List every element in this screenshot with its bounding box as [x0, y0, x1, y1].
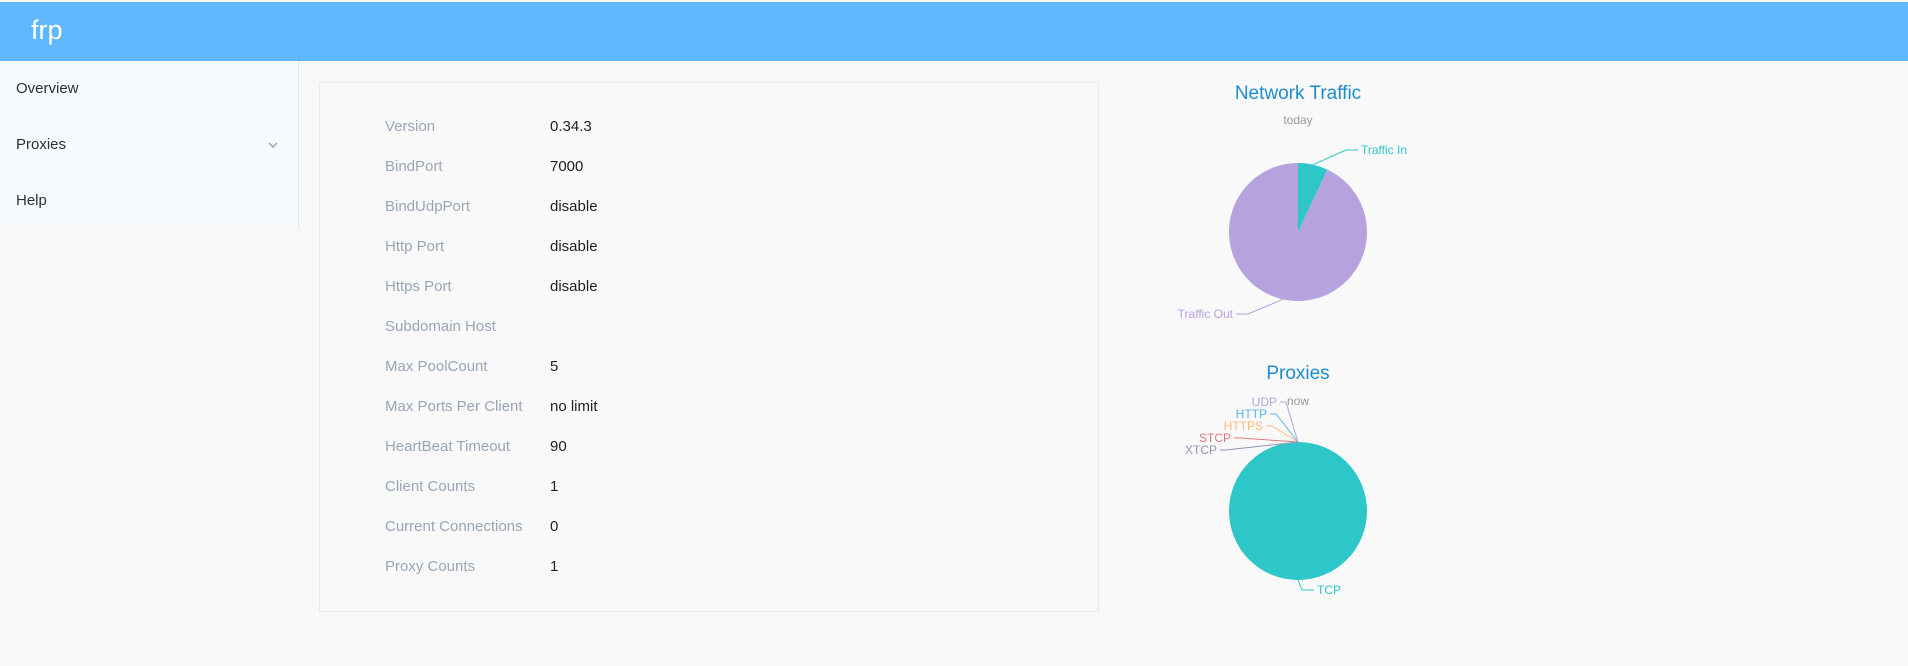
- info-value: disable: [550, 278, 598, 295]
- info-value: 7000: [550, 158, 584, 175]
- pie-slice-tcp[interactable]: [1229, 442, 1367, 580]
- info-value: disable: [550, 198, 598, 215]
- info-key: Current Connections: [385, 518, 523, 535]
- pie-label-traffic-in: Traffic In: [1361, 143, 1407, 157]
- info-key: Client Counts: [385, 478, 476, 495]
- info-key: Https Port: [385, 278, 452, 295]
- pie-label-line-stcp: [1234, 437, 1299, 443]
- info-key: HeartBeat Timeout: [385, 438, 511, 455]
- info-value: disable: [550, 238, 598, 255]
- pie-label-line-tcp: [1297, 579, 1314, 591]
- pie-label-xtcp: XTCP: [1185, 443, 1217, 457]
- proxies-chart-title: Proxies: [1266, 363, 1330, 384]
- info-key: BindPort: [385, 158, 443, 175]
- proxies-pie-chart: TCPUDPHTTPHTTPSSTCPXTCPnow: [1185, 394, 1367, 597]
- info-key: BindUdpPort: [385, 198, 471, 215]
- sidebar: Overview Proxies Help: [0, 61, 299, 229]
- info-key: Max PoolCount: [385, 358, 488, 375]
- pie-label-line-traffic-out: [1236, 298, 1284, 315]
- sidebar-item-label: Help: [16, 192, 47, 209]
- info-value: 1: [550, 478, 559, 495]
- info-value: no limit: [550, 398, 598, 415]
- info-key: Version: [385, 118, 436, 135]
- server-info-panel: Version 0.34.3 BindPort 7000 BindUdpPort…: [319, 82, 1099, 612]
- pie-label-line-https: [1266, 425, 1299, 443]
- info-value: 90: [550, 438, 567, 455]
- info-value: 1: [550, 558, 559, 575]
- app-brand[interactable]: frp: [31, 14, 63, 46]
- info-key: Subdomain Host: [385, 318, 496, 335]
- sidebar-item-overview[interactable]: Overview: [0, 61, 298, 117]
- info-value: 0: [550, 518, 559, 535]
- pie-label-traffic-out: Traffic Out: [1178, 307, 1234, 321]
- pie-label-tcp: TCP: [1317, 583, 1341, 597]
- sidebar-item-label: Overview: [16, 80, 79, 97]
- top-header: frp: [0, 2, 1908, 61]
- proxies-chart-subtitle: now: [1287, 394, 1309, 408]
- info-key: Proxy Counts: [385, 558, 476, 575]
- traffic-chart-subtitle: today: [1283, 113, 1313, 127]
- pie-slice-traffic-out[interactable]: [1229, 163, 1367, 301]
- pie-label-line-traffic-in: [1312, 149, 1358, 166]
- info-key: Max Ports Per Client: [385, 398, 523, 415]
- info-value: 0.34.3: [550, 118, 592, 135]
- sidebar-item-label: Proxies: [16, 136, 67, 153]
- sidebar-item-help[interactable]: Help: [0, 173, 298, 229]
- traffic-pie-chart: Traffic In Traffic Out: [1178, 143, 1407, 321]
- sidebar-item-proxies[interactable]: Proxies: [0, 117, 298, 173]
- chevron-down-icon: [268, 142, 278, 148]
- info-key: Http Port: [385, 238, 445, 255]
- traffic-chart-title: Network Traffic: [1234, 83, 1362, 104]
- info-value: 5: [550, 358, 559, 375]
